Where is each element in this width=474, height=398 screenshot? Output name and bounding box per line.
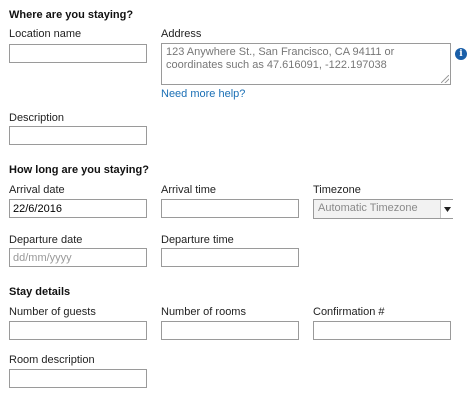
description-label: Description: [9, 112, 65, 124]
room-description-input[interactable]: [9, 369, 147, 388]
stay-details-heading: Stay details: [9, 286, 71, 298]
location-name-label: Location name: [9, 28, 82, 40]
guests-label: Number of guests: [9, 306, 96, 318]
description-input[interactable]: [9, 126, 147, 145]
confirmation-input[interactable]: [313, 321, 451, 340]
rooms-input[interactable]: [161, 321, 299, 340]
rooms-label: Number of rooms: [161, 306, 246, 318]
guests-input[interactable]: [9, 321, 147, 340]
confirmation-label: Confirmation #: [313, 306, 385, 318]
timezone-select[interactable]: Automatic Timezone: [313, 199, 453, 219]
arrival-time-label: Arrival time: [161, 184, 217, 196]
info-icon[interactable]: i: [455, 48, 467, 60]
address-label: Address: [161, 28, 202, 40]
address-textarea[interactable]: [161, 43, 451, 85]
departure-time-label: Departure time: [161, 234, 234, 246]
arrival-date-label: Arrival date: [9, 184, 65, 196]
location-name-input[interactable]: [9, 44, 147, 63]
departure-date-label: Departure date: [9, 234, 83, 246]
arrival-time-input[interactable]: [161, 199, 299, 218]
chevron-down-icon[interactable]: [440, 200, 453, 218]
need-more-help-link[interactable]: Need more help?: [161, 88, 245, 100]
departure-time-input[interactable]: [161, 248, 299, 267]
textarea-resize-handle[interactable]: [441, 75, 449, 83]
room-description-label: Room description: [9, 354, 95, 366]
how-long-heading: How long are you staying?: [9, 164, 149, 176]
arrival-date-input[interactable]: [9, 199, 147, 218]
timezone-label: Timezone: [313, 184, 361, 196]
where-staying-heading: Where are you staying?: [9, 9, 134, 21]
timezone-selected-value: Automatic Timezone: [318, 202, 418, 214]
departure-date-input[interactable]: [9, 248, 147, 267]
